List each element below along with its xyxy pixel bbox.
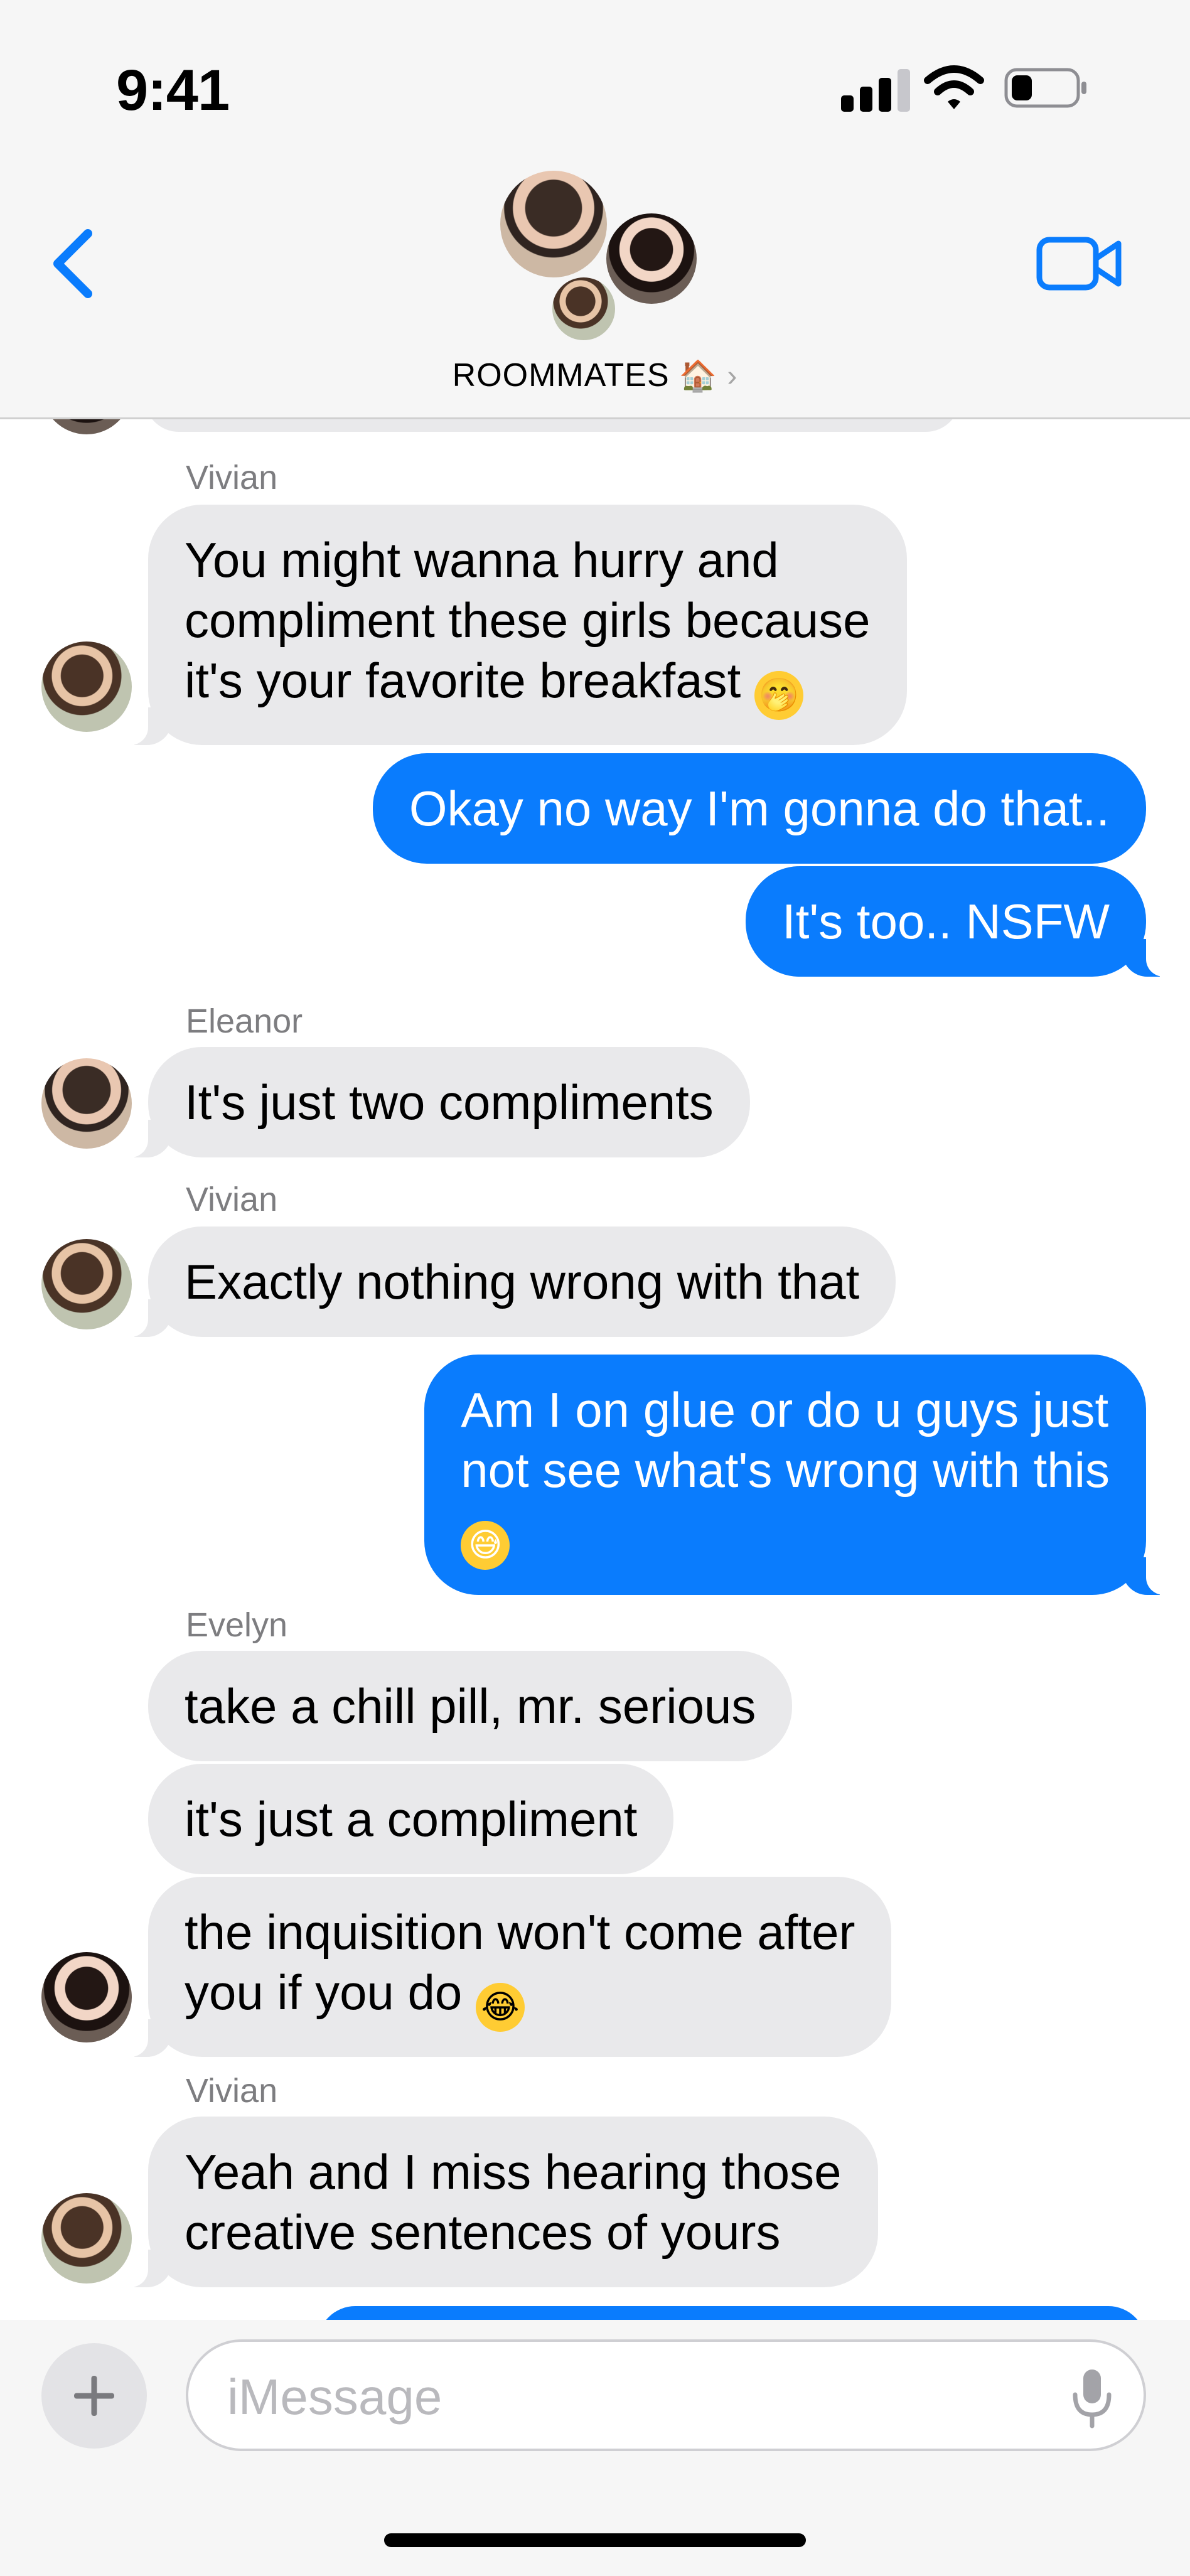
- avatar-vivian[interactable]: [41, 1239, 132, 1329]
- message-input-container[interactable]: [186, 2339, 1146, 2451]
- message-bubble-incoming[interactable]: Yeah and I miss hearing those creative s…: [121, 2117, 878, 2287]
- message-bubble-outgoing[interactable]: Am I on glue or do u guys just not see w…: [424, 1355, 1174, 1595]
- message-line: 😅: [461, 1500, 1110, 1570]
- sender-name: Vivian: [186, 1181, 278, 1218]
- message-line: it's your favorite breakfast 🤭: [185, 650, 871, 720]
- sender-name: Vivian: [186, 459, 278, 496]
- message-bubble-incoming[interactable]: Exactly nothing wrong with that: [120, 1226, 896, 1337]
- group-name-label: ROOMMATES: [452, 357, 670, 394]
- message-bubble-incoming[interactable]: It's just two compliments: [121, 1047, 750, 1157]
- sender-name: Vivian: [186, 2072, 278, 2110]
- microphone-icon[interactable]: [1070, 2367, 1114, 2430]
- message-line: you if you do 😂: [185, 1962, 855, 2032]
- message-line: not see what's wrong with this: [461, 1442, 1110, 1498]
- sender-name: Evelyn: [186, 1606, 288, 1644]
- grinning-face-with-sweat-emoji: 😅: [461, 1521, 510, 1570]
- home-indicator[interactable]: [384, 2533, 806, 2547]
- message-bubble-incoming[interactable]: it's just a compliment: [148, 1764, 674, 1874]
- message-line: creative sentences of yours: [185, 2204, 781, 2260]
- add-attachment-button[interactable]: [41, 2343, 147, 2449]
- video-call-icon[interactable]: [1036, 232, 1123, 295]
- avatar-vivian[interactable]: [41, 641, 132, 732]
- message-line: Exactly nothing wrong with that: [185, 1254, 860, 1309]
- battery-icon: [1004, 68, 1086, 108]
- house-emoji: 🏠: [679, 360, 717, 393]
- face-with-tears-of-joy-emoji: 😂: [475, 1983, 525, 2032]
- back-chevron-icon[interactable]: [44, 226, 100, 301]
- message-line: it's just a compliment: [185, 1791, 638, 1847]
- message-bubble-partial[interactable]: [318, 2306, 1146, 2320]
- group-name[interactable]: ROOMMATES 🏠 ›: [0, 357, 1190, 394]
- message-line: take a chill pill, mr. serious: [185, 1678, 756, 1734]
- message-bubble-outgoing[interactable]: It's too.. NSFW: [746, 866, 1174, 977]
- group-avatar-vivian[interactable]: [552, 277, 615, 340]
- message-line: Am I on glue or do u guys just: [461, 1382, 1109, 1437]
- cellular-signal-icon: [841, 68, 910, 112]
- message-line-text: you if you do: [185, 1965, 463, 2020]
- avatar-evelyn[interactable]: [41, 1952, 132, 2042]
- avatar-vivian[interactable]: [41, 2193, 132, 2284]
- message-bubble-outgoing[interactable]: Okay no way I'm gonna do that..: [372, 753, 1146, 864]
- chevron-right-icon: ›: [727, 360, 738, 393]
- avatar-eleanor[interactable]: [41, 1058, 132, 1149]
- message-bubble-incoming[interactable]: the inquisition won't come after you if …: [120, 1877, 892, 2057]
- message-line: Okay no way I'm gonna do that..: [409, 781, 1110, 836]
- message-bubble-incoming[interactable]: You might wanna hurry and compliment the…: [121, 505, 907, 745]
- conversation-header: 9:41 ROOMMATES 🏠 ›: [0, 0, 1190, 419]
- group-avatar-evelyn[interactable]: [606, 213, 697, 304]
- avatar-partial: [41, 419, 132, 434]
- message-line-text: it's your favorite breakfast: [185, 653, 741, 708]
- status-time: 9:41: [116, 58, 230, 122]
- message-line: the inquisition won't come after: [185, 1904, 855, 1960]
- message-bubble-incoming[interactable]: take a chill pill, mr. serious: [148, 1651, 793, 1761]
- group-avatar-eleanor[interactable]: [500, 171, 607, 277]
- message-line: It's just two compliments: [185, 1075, 714, 1130]
- message-line: compliment these girls because: [185, 593, 871, 648]
- message-input[interactable]: [227, 2367, 1043, 2427]
- message-line: You might wanna hurry and: [185, 532, 779, 588]
- face-with-hand-over-mouth-emoji: 🤭: [754, 671, 803, 720]
- sender-name: Eleanor: [186, 1002, 303, 1040]
- message-line: Yeah and I miss hearing those: [185, 2144, 842, 2199]
- message-thread[interactable]: Vivian You might wanna hurry and complim…: [0, 419, 1190, 2320]
- wifi-icon: [924, 65, 984, 109]
- message-line: It's too.. NSFW: [782, 894, 1110, 949]
- message-bubble-partial[interactable]: [144, 419, 960, 432]
